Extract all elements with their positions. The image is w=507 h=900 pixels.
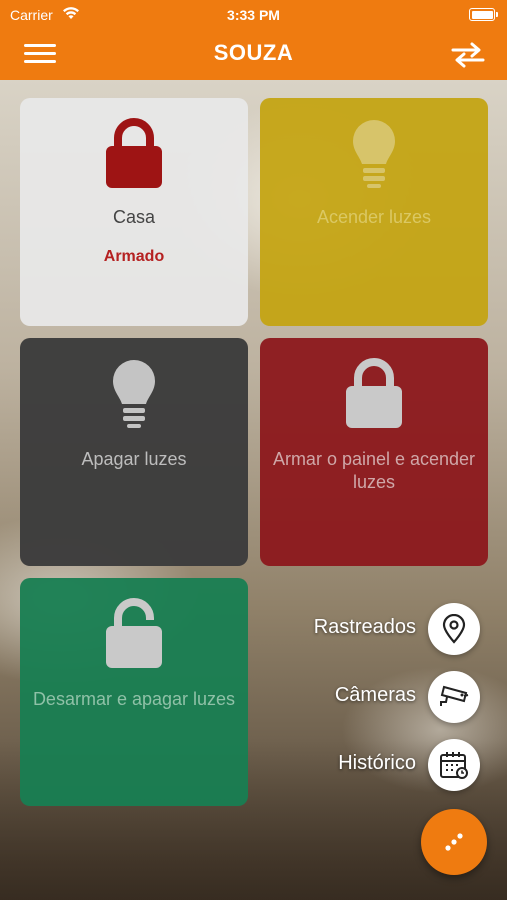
tile-apagar-luzes[interactable]: Apagar luzes bbox=[20, 338, 248, 566]
tile-desarmar-apagar[interactable]: Desarmar e apagar luzes bbox=[20, 578, 248, 806]
fab-main-button[interactable] bbox=[421, 809, 487, 875]
fab-item-rastreados[interactable]: Rastreados bbox=[280, 603, 480, 655]
more-dots-icon bbox=[445, 833, 463, 851]
fab-item-label: Histórico bbox=[338, 752, 416, 774]
tile-casa[interactable]: Casa Armado bbox=[20, 98, 248, 326]
camera-icon[interactable] bbox=[428, 671, 480, 723]
swap-arrows-icon[interactable] bbox=[451, 40, 485, 68]
tile-label: Acender luzes bbox=[316, 207, 432, 227]
tile-label: Casa bbox=[112, 207, 156, 227]
page-title: SOUZA bbox=[213, 40, 294, 65]
status-bar: Carrier 3:33 PM bbox=[0, 0, 507, 30]
fab-item-label: Rastreados bbox=[313, 616, 416, 638]
bulb-icon bbox=[260, 118, 488, 190]
bulb-icon bbox=[20, 358, 248, 430]
battery-icon bbox=[469, 8, 498, 21]
status-badge: Armado bbox=[103, 248, 165, 265]
tile-label: Apagar luzes bbox=[81, 449, 187, 469]
tile-armar-acender[interactable]: Armar o painel e acender luzes bbox=[260, 338, 488, 566]
fab-item-cameras[interactable]: Câmeras bbox=[280, 671, 480, 723]
header-bar: Carrier 3:33 PM SOUZA bbox=[0, 0, 507, 80]
lock-open-icon bbox=[20, 598, 248, 670]
calendar-icon[interactable] bbox=[428, 739, 480, 791]
tile-acender-luzes[interactable]: Acender luzes bbox=[260, 98, 488, 326]
tile-label: Desarmar e apagar luzes bbox=[32, 689, 236, 709]
status-time: 3:33 PM bbox=[227, 7, 280, 23]
location-pin-icon[interactable] bbox=[428, 603, 480, 655]
lock-closed-icon bbox=[20, 118, 248, 190]
tile-label: Armar o painel e acender luzes bbox=[272, 449, 476, 492]
fab-item-label: Câmeras bbox=[334, 684, 416, 706]
navigation-bar: SOUZA bbox=[0, 30, 507, 80]
fab-item-historico[interactable]: Histórico bbox=[280, 739, 480, 791]
lock-closed-icon bbox=[260, 358, 488, 430]
